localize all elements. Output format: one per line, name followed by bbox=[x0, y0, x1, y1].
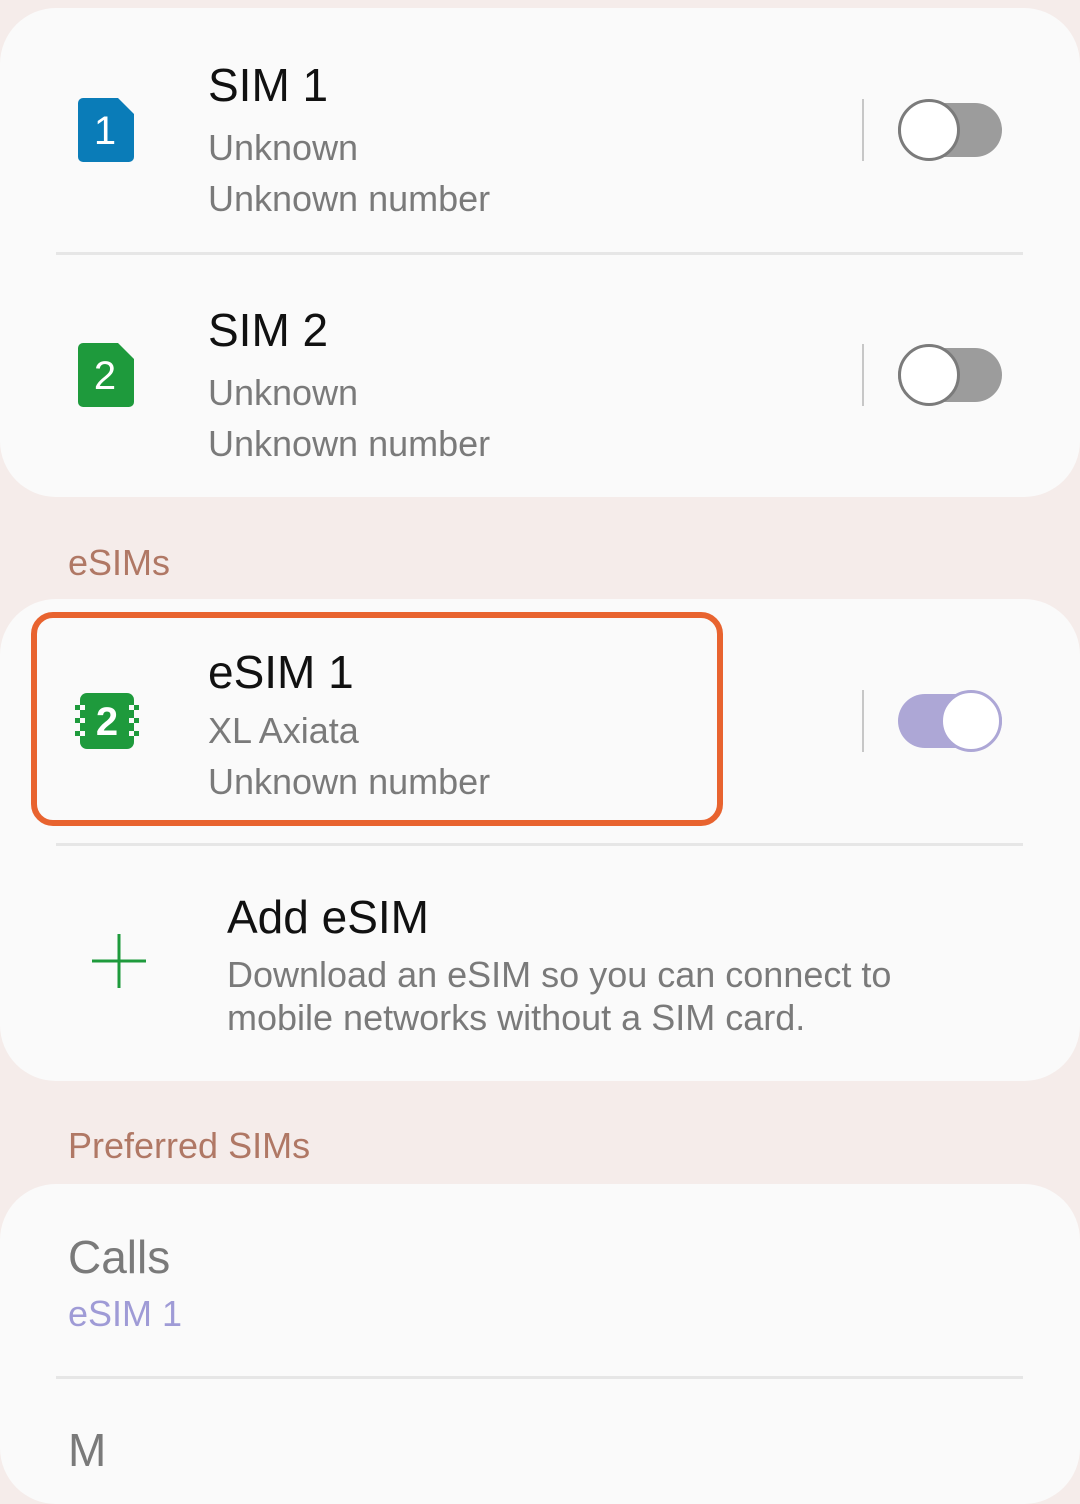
add-esim-row[interactable]: Add eSIM Download an eSIM so you can con… bbox=[0, 846, 1080, 1081]
toggle-knob bbox=[898, 99, 960, 161]
preferred-sims-section-header: Preferred SIMs bbox=[68, 1125, 311, 1166]
plus-icon bbox=[92, 934, 146, 988]
sim-2-title: SIM 2 bbox=[208, 304, 329, 356]
messages-row[interactable]: M bbox=[0, 1379, 1080, 1504]
vertical-separator bbox=[862, 99, 864, 161]
sim-1-carrier: Unknown bbox=[208, 127, 359, 168]
sim-1-number: Unknown number bbox=[208, 178, 491, 219]
sim-1-toggle[interactable] bbox=[898, 99, 1002, 161]
esims-section-header: eSIMs bbox=[68, 542, 171, 583]
preferred-sims-panel: Calls eSIM 1 M bbox=[0, 1184, 1080, 1504]
sim-1-title: SIM 1 bbox=[208, 59, 329, 111]
vertical-separator bbox=[862, 690, 864, 752]
sim-2-icon: 2 bbox=[78, 343, 134, 407]
calls-row[interactable]: Calls eSIM 1 bbox=[0, 1184, 1080, 1376]
calls-label: Calls bbox=[68, 1231, 171, 1283]
sim-cards-panel: 1 SIM 1 Unknown Unknown number 2 SIM 2 U… bbox=[0, 8, 1080, 497]
sim-1-icon: 1 bbox=[78, 98, 134, 162]
add-esim-title: Add eSIM bbox=[227, 891, 429, 943]
sim-1-row[interactable]: 1 SIM 1 Unknown Unknown number bbox=[0, 8, 1080, 253]
vertical-separator bbox=[862, 344, 864, 406]
highlight-box bbox=[31, 612, 723, 826]
sim-slot-number: 1 bbox=[94, 109, 116, 153]
esim-1-toggle[interactable] bbox=[898, 690, 1002, 752]
toggle-knob bbox=[940, 690, 1002, 752]
add-esim-description-line-1: Download an eSIM so you can connect to bbox=[227, 954, 892, 995]
sim-2-row[interactable]: 2 SIM 2 Unknown Unknown number bbox=[0, 255, 1080, 497]
messages-label-partial: M bbox=[68, 1424, 107, 1476]
sim-slot-number: 2 bbox=[94, 354, 116, 398]
toggle-knob bbox=[898, 344, 960, 406]
sim-2-carrier: Unknown bbox=[208, 372, 359, 413]
sim-2-toggle[interactable] bbox=[898, 344, 1002, 406]
calls-value: eSIM 1 bbox=[68, 1293, 183, 1334]
sim-2-number: Unknown number bbox=[208, 423, 491, 464]
add-esim-description-line-2: mobile networks without a SIM card. bbox=[227, 997, 806, 1038]
